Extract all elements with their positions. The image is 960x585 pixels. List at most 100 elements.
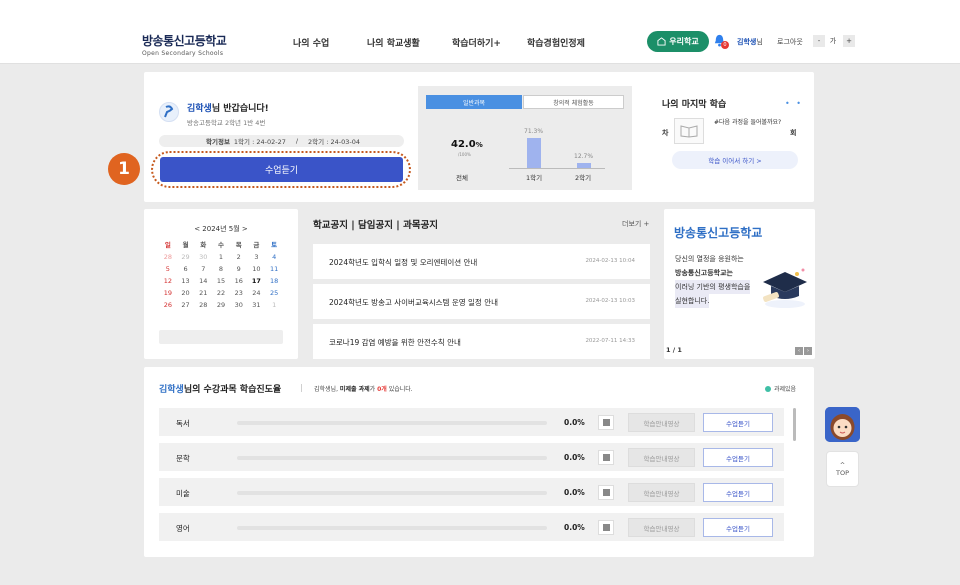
subject-progress-pct: 0.0% — [564, 418, 585, 427]
calendar-date[interactable]: 15 — [212, 276, 230, 286]
more-link[interactable]: 더보기 + — [622, 219, 649, 229]
calendar-date[interactable]: 22 — [212, 288, 230, 298]
subject-attend-button[interactable]: 수업듣기 — [703, 413, 773, 432]
site-logo[interactable]: 방송통신고등학교 Open Secondary Schools — [142, 32, 227, 57]
calendar-day-header: 수 — [218, 241, 224, 249]
calendar-date[interactable]: 9 — [230, 264, 248, 274]
promo-pager: 1 / 1 — [666, 346, 682, 354]
calendar-date[interactable]: 14 — [194, 276, 212, 286]
subject-row: 문학 0.0% 학습안내영상 수업듣기 — [159, 443, 784, 471]
notice-title: 코로나19 감염 예방을 위한 안전수칙 안내 — [329, 338, 461, 347]
calendar-date[interactable]: 13 — [177, 276, 195, 286]
notification-bell[interactable]: 0 — [713, 34, 729, 49]
logo-english: Open Secondary Schools — [142, 50, 224, 57]
attend-class-button[interactable]: 수업듣기 — [160, 157, 403, 182]
archive-icon[interactable] — [598, 520, 614, 535]
archive-icon[interactable] — [598, 450, 614, 465]
carousel-dots[interactable]: • • — [785, 99, 803, 108]
user-name-text: 김학생 — [737, 38, 757, 46]
calendar-date[interactable]: 5 — [159, 264, 177, 274]
calendar-date[interactable]: 28 — [194, 300, 212, 310]
user-name[interactable]: 김학생님 — [737, 37, 763, 47]
study-guide-video-button[interactable]: 학습안내영상 — [628, 483, 695, 502]
calendar-date[interactable]: 20 — [177, 288, 195, 298]
calendar-date[interactable]: 4 — [265, 252, 283, 262]
nav-experience[interactable]: 학습경험인정제 — [527, 36, 585, 49]
total-progress-unit: % — [475, 141, 483, 149]
user-suffix: 님 — [756, 38, 763, 46]
chatbot-character-icon[interactable] — [825, 407, 860, 442]
calendar-date[interactable]: 18 — [265, 276, 283, 286]
scroll-top-button[interactable]: ^ TOP — [826, 451, 859, 487]
scrollbar[interactable] — [793, 408, 796, 441]
calendar-date[interactable]: 17 — [248, 276, 266, 286]
total-label: 전체 — [456, 174, 468, 182]
calendar-date[interactable]: 7 — [194, 264, 212, 274]
subject-attend-button[interactable]: 수업듣기 — [703, 448, 773, 467]
calendar-grid: 일 월 화 수 목 금 토 28 29 30 1 2 3 4 5 6 7 8 9 10 11 12 13 14 15 16 17 18… — [159, 240, 283, 310]
calendar-date[interactable]: 12 — [159, 276, 177, 286]
nav-school-life[interactable]: 나의 학교생활 — [367, 36, 420, 49]
font-size-label: 가 — [827, 35, 839, 47]
calendar-date[interactable]: 19 — [159, 288, 177, 298]
notice-row[interactable]: 2024학년도 방송고 사이버교육시스템 운영 일정 안내 2024-02-13… — [313, 284, 650, 319]
total-progress: 42.0% — [451, 139, 483, 150]
notice-tabs[interactable]: 학교공지 | 담임공지 | 과목공지 — [313, 217, 438, 231]
calendar-date[interactable]: 29 — [177, 252, 195, 262]
our-school-button[interactable]: 우리학교 — [647, 31, 709, 52]
note-mid: 가 — [369, 386, 376, 393]
term-2: 2학기 : 24-03-04 — [308, 138, 360, 146]
next-arrow-icon[interactable]: › — [804, 347, 812, 355]
calendar-date[interactable]: 30 — [194, 252, 212, 262]
tab-creative-activities[interactable]: 창의적 체험활동 — [523, 95, 624, 109]
term-separator: / — [295, 137, 299, 145]
note-suffix: 있습니다. — [388, 386, 413, 393]
font-increase-button[interactable]: + — [843, 35, 855, 47]
notice-row[interactable]: 코로나19 감염 예방을 위한 안전수칙 안내 2022-07-11 14:33 — [313, 324, 650, 359]
subject-progress-bar — [237, 491, 547, 495]
tab-general-subjects[interactable]: 일반과목 — [426, 95, 522, 109]
subject-attend-button[interactable]: 수업듣기 — [703, 518, 773, 537]
prev-arrow-icon[interactable]: ‹ — [795, 347, 803, 355]
calendar-date[interactable]: 27 — [177, 300, 195, 310]
study-guide-video-button[interactable]: 학습안내영상 — [628, 448, 695, 467]
calendar-date[interactable]: 11 — [265, 264, 283, 274]
calendar-month[interactable]: < 2024년 5월 > — [159, 224, 283, 234]
calendar-date[interactable]: 2 — [230, 252, 248, 262]
archive-icon[interactable] — [598, 415, 614, 430]
notice-title: 2024학년도 방송고 사이버교육시스템 운영 일정 안내 — [329, 298, 499, 307]
note-bold: 미제출 과제 — [339, 386, 370, 393]
calendar-date[interactable]: 16 — [230, 276, 248, 286]
notice-row[interactable]: 2024학년도 입학식 일정 및 오리엔테이션 안내 2024-02-13 10… — [313, 244, 650, 279]
calendar-day-header: 금 — [253, 241, 260, 249]
profile-avatar — [159, 102, 179, 122]
calendar-date[interactable]: 3 — [248, 252, 266, 262]
nav-learning-plus[interactable]: 학습더하기+ — [452, 36, 501, 49]
calendar-date[interactable]: 10 — [248, 264, 266, 274]
calendar-date[interactable]: 6 — [177, 264, 195, 274]
calendar-date[interactable]: 21 — [194, 288, 212, 298]
archive-icon[interactable] — [598, 485, 614, 500]
calendar-date[interactable]: 1 — [265, 300, 283, 310]
logout-link[interactable]: 로그아웃 — [777, 37, 803, 47]
study-guide-video-button[interactable]: 학습안내영상 — [628, 413, 695, 432]
calendar-date[interactable]: 24 — [248, 288, 266, 298]
font-decrease-button[interactable]: - — [813, 35, 825, 47]
notice-date: 2024-02-13 10:03 — [585, 298, 635, 304]
calendar-date[interactable]: 26 — [159, 300, 177, 310]
nav-my-class[interactable]: 나의 수업 — [293, 36, 329, 49]
study-guide-video-button[interactable]: 학습안내영상 — [628, 518, 695, 537]
calendar-date[interactable]: 8 — [212, 264, 230, 274]
calendar-date[interactable]: 25 — [265, 288, 283, 298]
chevron-up-icon: ^ — [839, 461, 846, 469]
calendar-date[interactable]: 29 — [212, 300, 230, 310]
calendar-date[interactable]: 31 — [248, 300, 266, 310]
calendar-date[interactable]: 23 — [230, 288, 248, 298]
promo-line-4: 실현합니다. — [675, 294, 710, 308]
calendar-date[interactable]: 1 — [212, 252, 230, 262]
continue-learning-button[interactable]: 학습 이어서 하기 > — [672, 151, 798, 169]
calendar-date[interactable]: 30 — [230, 300, 248, 310]
subject-attend-button[interactable]: 수업듣기 — [703, 483, 773, 502]
calendar-date[interactable]: 28 — [159, 252, 177, 262]
term-1: 1학기 : 24-02-27 — [233, 138, 286, 146]
